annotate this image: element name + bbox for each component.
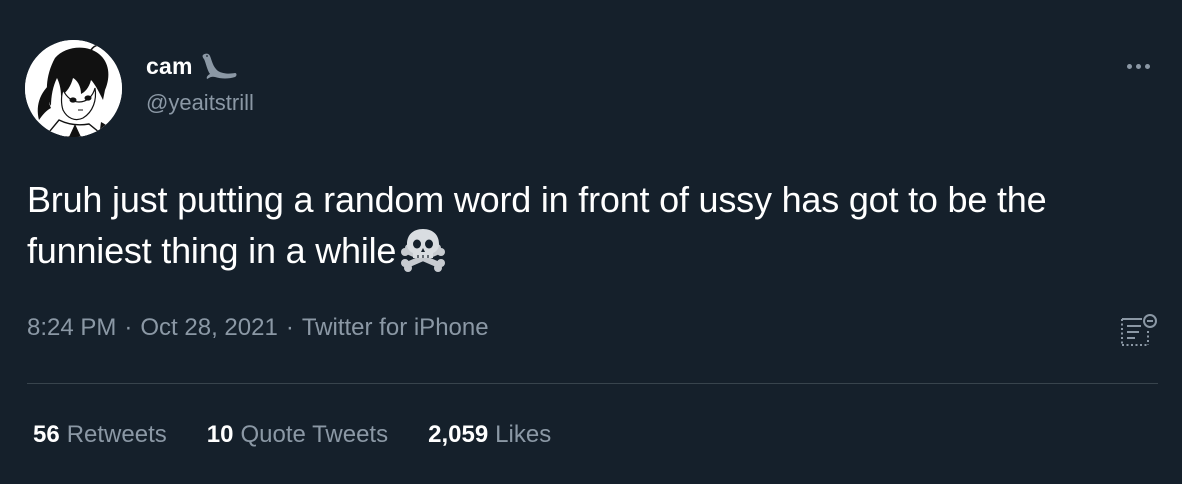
more-dot xyxy=(1135,63,1141,69)
tweet-meta: 8:24 PM · Oct 28, 2021 · Twitter for iPh… xyxy=(27,314,489,342)
seal-icon xyxy=(199,51,239,81)
meta-separator: · xyxy=(285,314,294,341)
tweet-card: cam @yeaitstrill Bruh just putting a ran… xyxy=(0,0,1182,484)
more-icon[interactable] xyxy=(1118,54,1158,78)
more-dot xyxy=(1126,63,1132,69)
tweet-stats: 56 Retweets 10 Quote Tweets 2,059 Likes xyxy=(33,421,551,449)
more-dot xyxy=(1144,63,1150,69)
skull-and-crossbones-icon xyxy=(398,225,448,275)
quote-tweets-count: 10 xyxy=(206,421,234,448)
quote-tweets-label: Quote Tweets xyxy=(240,421,389,448)
retweets-stat[interactable]: 56 Retweets xyxy=(33,421,167,449)
likes-count: 2,059 xyxy=(428,421,489,448)
divider xyxy=(27,383,1158,384)
avatar[interactable] xyxy=(25,40,122,137)
tweet-text: Bruh just putting a random word in front… xyxy=(27,174,1147,276)
author-handle[interactable]: @yeaitstrill xyxy=(146,90,254,116)
anime-character-avatar-icon xyxy=(25,40,122,137)
tweet-body: Bruh just putting a random word in front… xyxy=(27,179,1047,271)
retweets-count: 56 xyxy=(33,421,60,448)
tweet-time[interactable]: 8:24 PM xyxy=(27,314,116,342)
likes-stat[interactable]: 2,059 Likes xyxy=(428,421,551,449)
author-name[interactable]: cam xyxy=(146,53,193,80)
author-name-row: cam xyxy=(146,50,239,82)
tweet-source[interactable]: Twitter for iPhone xyxy=(302,314,489,342)
retweets-label: Retweets xyxy=(66,421,167,448)
likes-label: Likes xyxy=(495,421,552,448)
analytics-icon[interactable] xyxy=(1118,313,1160,349)
quote-tweets-stat[interactable]: 10 Quote Tweets xyxy=(207,421,388,449)
tweet-date[interactable]: Oct 28, 2021 xyxy=(140,314,277,342)
meta-separator: · xyxy=(124,314,133,341)
